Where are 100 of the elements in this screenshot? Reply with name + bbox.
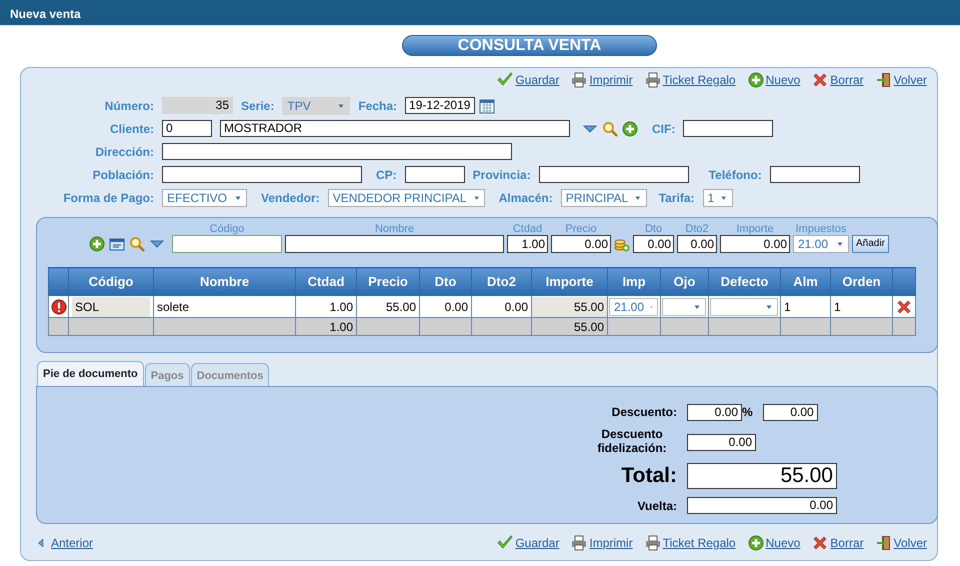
save-link[interactable]: Guardar (497, 71, 560, 89)
percent-sign: % (742, 404, 753, 421)
print-link[interactable]: Ticket Regalo (644, 534, 736, 552)
table-cell[interactable]: 55.00 (357, 296, 419, 316)
printer-icon (571, 535, 588, 551)
field-label: CP: (376, 166, 397, 184)
change-field[interactable]: 0.00 (687, 497, 837, 514)
number-field: 35 (162, 97, 233, 114)
column-header: Precio (368, 274, 408, 289)
column-header: Importe (546, 274, 594, 289)
total-cell-text: 55.00 (572, 318, 605, 334)
select-field[interactable]: VENDEDOR PRINCIPAL (328, 188, 485, 206)
field-label: Teléfono: (708, 166, 762, 184)
summary-label: Descuento fidelización: (596, 427, 668, 455)
column-header: Nombre (200, 274, 250, 289)
input-field[interactable] (172, 235, 282, 253)
table-cell[interactable]: 1 (831, 296, 892, 316)
date-field[interactable]: 19-12-2019 (405, 97, 476, 114)
loyalty-discount-field[interactable]: 0.00 (687, 434, 756, 450)
column-header: Ojo (674, 274, 696, 289)
select-field[interactable]: EFECTIVO (162, 188, 247, 206)
check-icon (497, 535, 514, 551)
table-cell[interactable]: 1 (781, 296, 830, 316)
search-icon[interactable] (602, 120, 618, 136)
discount-amount-field[interactable]: 0.00 (762, 404, 818, 420)
select-field[interactable]: 21.00 (609, 298, 658, 316)
print-link[interactable]: Imprimir (571, 534, 633, 552)
select-field[interactable]: PRINCIPAL (560, 188, 647, 206)
input-field[interactable]: 1.00 (507, 235, 548, 253)
select-field[interactable] (662, 298, 706, 316)
input-field[interactable]: 0.00 (551, 235, 611, 253)
back-link[interactable]: Volver (876, 71, 927, 89)
table-cell[interactable]: solete (154, 296, 295, 316)
field-label: Dirección: (94, 144, 154, 160)
input-field[interactable] (404, 166, 465, 183)
save-link[interactable]: Guardar (497, 534, 560, 552)
column-header: Ctdad (308, 274, 344, 289)
input-field[interactable] (285, 235, 504, 253)
dropdown-arrow-icon (337, 102, 346, 110)
field-label: CIF: (652, 120, 676, 138)
add-icon (748, 72, 764, 88)
input-field[interactable] (683, 120, 774, 137)
input-field[interactable]: 0.00 (677, 235, 717, 253)
print-link[interactable]: Ticket Regalo (644, 71, 736, 89)
input-field[interactable] (770, 166, 860, 183)
id-card-icon[interactable] (109, 236, 125, 252)
dropdown-arrow-icon (472, 194, 480, 202)
table-cell[interactable]: 0.00 (472, 296, 531, 316)
field-label: Número: (104, 98, 154, 114)
table-cell[interactable]: SOL (72, 296, 150, 316)
back-link[interactable]: Volver (876, 534, 927, 552)
calendar-icon[interactable] (479, 98, 496, 114)
table-cell: 55.00 (532, 296, 607, 316)
column-header: Orden (842, 274, 881, 289)
field-label: Tarifa: (658, 190, 695, 206)
client-name-field[interactable]: MOSTRADOR (220, 120, 570, 137)
previous-link[interactable]: Anterior (36, 534, 94, 552)
dropdown-arrow-icon (720, 194, 728, 202)
new-link[interactable]: Nuevo (748, 71, 800, 89)
discount-percent-field[interactable]: 0.00 (687, 404, 742, 420)
dropdown-arrow-icon (634, 194, 642, 202)
select-field[interactable] (710, 298, 778, 316)
field-label: Población: (92, 166, 154, 184)
add-icon[interactable] (622, 120, 638, 136)
select-field[interactable]: 1 (702, 188, 733, 206)
delete-link[interactable]: Borrar (812, 534, 864, 552)
input-field[interactable] (162, 143, 512, 160)
left-arrow-icon (36, 536, 46, 550)
column-label: Dto (644, 222, 664, 235)
select-field[interactable]: 21.00 (793, 235, 849, 253)
tab[interactable]: Pie de documento (37, 361, 144, 386)
print-link[interactable]: Imprimir (571, 71, 633, 89)
summary-label: Descuento: (610, 405, 677, 419)
exit-door-icon (876, 72, 892, 88)
input-field[interactable] (538, 166, 689, 183)
column-label: Precio (564, 222, 598, 235)
column-header: Defecto (720, 274, 768, 289)
page-heading: CONSULTA VENTA (402, 35, 657, 56)
add-icon (748, 535, 764, 551)
delete-row-icon[interactable] (896, 299, 912, 316)
field-label: Forma de Pago: (62, 190, 154, 206)
add-line-button[interactable]: Añadir (852, 235, 889, 253)
input-field[interactable] (162, 166, 362, 183)
add-icon[interactable] (89, 236, 105, 252)
table-cell[interactable]: 1.00 (296, 296, 356, 316)
input-field[interactable]: 0.00 (633, 235, 674, 253)
input-field[interactable]: 0.00 (720, 235, 790, 253)
new-link[interactable]: Nuevo (748, 534, 800, 552)
table-cell[interactable]: 0.00 (420, 296, 471, 316)
client-code-field[interactable]: 0 (162, 120, 212, 137)
delete-link[interactable]: Borrar (812, 71, 864, 89)
column-header: Imp (622, 274, 646, 289)
column-label: Nombre (374, 222, 416, 235)
total-field: 55.00 (687, 463, 837, 489)
total-cell-text: 1.00 (328, 318, 354, 334)
field-label: Provincia: (472, 166, 531, 184)
search-icon[interactable] (129, 236, 145, 252)
field-label: Vendedor: (261, 190, 320, 206)
printer-icon (644, 72, 661, 88)
column-label: Ctdad (512, 222, 544, 235)
